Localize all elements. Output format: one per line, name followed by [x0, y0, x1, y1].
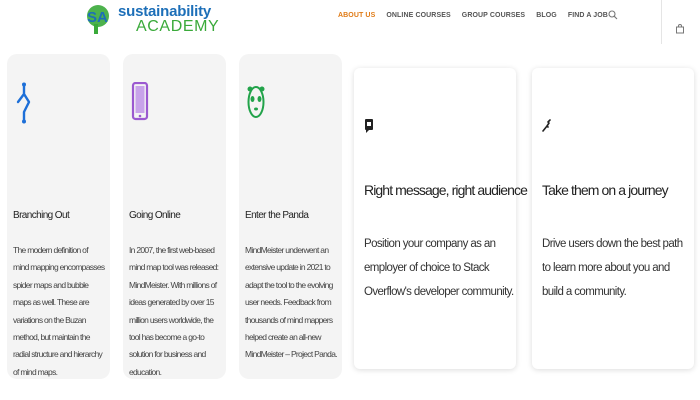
logo-line-2: ACADEMY	[136, 18, 220, 35]
feature-body: MindMeister underwent an extensive updat…	[245, 245, 338, 360]
tablet-icon	[131, 82, 149, 121]
promo-card-right-message: Right message, right audience Position y…	[354, 68, 528, 369]
feature-body: The modern definition of mind mapping en…	[13, 245, 105, 377]
logo-mark-icon: SA	[87, 5, 109, 34]
header-divider	[661, 0, 662, 44]
promo-card-journey: Take them on a journey Drive users down …	[532, 68, 694, 369]
site-header: SA sustainability ACADEMY ABOUT US ONLIN…	[0, 0, 700, 46]
panda-icon	[247, 86, 265, 118]
nav-item-online-courses[interactable]: ONLINE COURSES	[386, 12, 450, 19]
search-icon[interactable]	[608, 10, 618, 20]
logo-line-1: sustainability	[118, 3, 212, 20]
page: SA sustainability ACADEMY ABOUT US ONLIN…	[0, 0, 700, 400]
logo-wordmark: sustainability ACADEMY	[118, 3, 220, 35]
feature-title: Branching Out	[13, 210, 70, 221]
nav-item-blog[interactable]: BLOG	[536, 12, 557, 19]
shopping-bag-icon[interactable]	[675, 24, 685, 34]
message-icon	[365, 119, 373, 133]
feature-body: In 2007, the first web-based mind map to…	[129, 245, 219, 377]
feature-title: Enter the Panda	[245, 210, 309, 221]
main-nav: ABOUT US ONLINE COURSES GROUP COURSES BL…	[338, 12, 619, 19]
promo-title: Right message, right audience	[364, 182, 528, 198]
logo-mark-letters: SA	[87, 9, 108, 26]
path-icon	[542, 119, 551, 132]
nav-item-group-courses[interactable]: GROUP COURSES	[462, 12, 525, 19]
nav-item-find-a-job[interactable]: FIND A JOB	[568, 12, 608, 19]
feature-card-enter-the-panda: Enter the Panda MindMeister underwent an…	[239, 54, 342, 379]
promo-title: Take them on a journey	[542, 182, 669, 198]
feature-card-branching-out: Branching Out The modern definition of m…	[7, 54, 110, 379]
branch-icon	[16, 82, 31, 124]
feature-title: Going Online	[129, 210, 181, 221]
feature-card-going-online: Going Online In 2007, the first web-base…	[123, 54, 226, 379]
promo-body: Drive users down the best path to learn …	[542, 238, 683, 298]
nav-item-about-us[interactable]: ABOUT US	[338, 12, 375, 19]
promo-body: Position your company as an employer of …	[364, 238, 514, 298]
site-logo[interactable]: SA sustainability ACADEMY	[84, 2, 224, 36]
